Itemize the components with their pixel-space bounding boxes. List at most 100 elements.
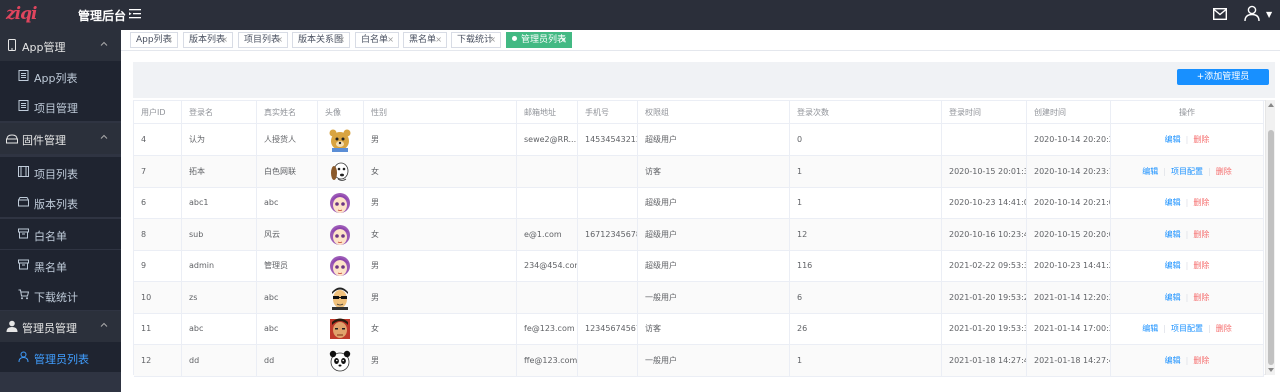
- cell-gender: 男: [364, 187, 517, 218]
- sidebar-item-whitelist[interactable]: 白名单: [0, 219, 121, 249]
- cell-user-id: 11: [134, 313, 182, 344]
- sidebar-group-app[interactable]: App管理: [0, 30, 121, 61]
- table-row: 12 dd dd 男 ffe@123.com 一般用户 1 2021-01-18 14:27:…: [134, 344, 1264, 377]
- tag-app-list[interactable]: App列表 ×: [130, 32, 178, 48]
- delete-link[interactable]: 删除: [1193, 261, 1209, 270]
- hamburger-icon[interactable]: [129, 8, 141, 20]
- tag-version-graph[interactable]: 版本关系图 ×: [292, 32, 350, 48]
- edit-link[interactable]: 编辑: [1165, 198, 1181, 207]
- delete-link[interactable]: 删除: [1216, 324, 1232, 333]
- edit-link[interactable]: 编辑: [1165, 230, 1181, 239]
- cell-login-time: 2021-02-22 09:53:34: [942, 250, 1027, 281]
- sidebar-item-project-list[interactable]: 项目列表: [0, 157, 121, 187]
- avatar-dog-icon: [331, 162, 349, 181]
- cell-gender: 女: [364, 218, 517, 250]
- user-outline-icon: [18, 351, 29, 362]
- cell-phone: [578, 344, 638, 376]
- sidebar-item-blacklist[interactable]: 黑名单: [0, 250, 121, 280]
- close-icon[interactable]: ×: [276, 33, 283, 47]
- admin-table: 用户ID 登录名 真实姓名 头像 性别 邮箱地址 手机号 权限组 登录次数 登录…: [133, 100, 1275, 377]
- column-header: 登录名: [182, 101, 257, 124]
- cell-login-count: 6: [790, 281, 942, 313]
- close-icon[interactable]: ×: [221, 33, 228, 47]
- tag-version-list[interactable]: 版本列表 ×: [183, 32, 233, 48]
- sidebar-item-app-list[interactable]: App列表: [0, 61, 121, 91]
- caret-down-icon[interactable]: ▼: [1266, 10, 1272, 19]
- divider: |: [1185, 292, 1189, 302]
- cell-email: e@1.com: [517, 218, 578, 250]
- table-scrollbar[interactable]: [1265, 100, 1275, 375]
- divider: |: [1185, 198, 1189, 207]
- close-icon[interactable]: ×: [489, 33, 496, 47]
- tag-whitelist[interactable]: 白名单 ×: [355, 32, 399, 48]
- tag-blacklist[interactable]: 黑名单 ×: [403, 32, 447, 48]
- cart-icon: [18, 289, 29, 300]
- avatar-panda-icon: [329, 350, 351, 371]
- add-admin-button[interactable]: +添加管理员: [1177, 69, 1269, 85]
- edit-link[interactable]: 编辑: [1165, 261, 1181, 270]
- scroll-thumb[interactable]: [1268, 130, 1274, 365]
- tag-download-stats[interactable]: 下载统计 ×: [451, 32, 501, 48]
- delete-link[interactable]: 删除: [1193, 356, 1209, 365]
- column-header: 头像: [318, 101, 364, 124]
- sidebar-group-firmware[interactable]: 固件管理: [0, 123, 121, 154]
- edit-link[interactable]: 编辑: [1142, 324, 1158, 333]
- close-icon[interactable]: ×: [338, 33, 345, 47]
- column-header: 用户ID: [134, 101, 182, 124]
- table-row: 11 abc abc 女 fe@123.com 12345674567 访客 26 2021-0…: [134, 313, 1264, 345]
- close-icon[interactable]: ×: [387, 33, 394, 47]
- column-header: 邮箱地址: [517, 101, 578, 124]
- sidebar-item-download-stats[interactable]: 下载统计: [0, 280, 121, 310]
- close-icon[interactable]: ×: [560, 33, 567, 47]
- cell-actions: 编辑 | 删除: [1111, 281, 1264, 313]
- cell-user-id: 8: [134, 218, 182, 250]
- close-icon[interactable]: ×: [435, 33, 442, 47]
- cell-avatar: [318, 218, 364, 250]
- scroll-up-arrow-icon[interactable]: [1268, 103, 1274, 107]
- cell-created-time: 2020-10-14 20:23:16: [1027, 155, 1111, 187]
- project-config-link[interactable]: 项目配置: [1171, 167, 1203, 176]
- active-dot: [512, 36, 517, 41]
- sidebar-group-admin[interactable]: 管理员管理: [0, 311, 121, 342]
- scroll-down-arrow-icon[interactable]: [1268, 368, 1274, 372]
- delete-link[interactable]: 删除: [1193, 198, 1209, 207]
- tag-admin-list[interactable]: 管理员列表 ×: [506, 32, 572, 48]
- delete-link[interactable]: 删除: [1216, 167, 1232, 176]
- avatar-girl-icon: [330, 193, 350, 213]
- delete-link[interactable]: 删除: [1193, 135, 1209, 144]
- edit-link[interactable]: 编辑: [1165, 293, 1181, 302]
- sidebar-item-version-list[interactable]: 版本列表: [0, 187, 121, 217]
- toolbar: [133, 62, 1275, 98]
- edit-link[interactable]: 编辑: [1142, 167, 1158, 176]
- edit-link[interactable]: 编辑: [1165, 135, 1181, 144]
- mail-icon[interactable]: [1213, 8, 1227, 20]
- close-icon[interactable]: ×: [166, 33, 173, 47]
- cell-permission-group: 访客: [638, 155, 790, 187]
- cell-actions: 编辑 | 删除: [1111, 344, 1264, 376]
- cell-login-count: 0: [790, 124, 942, 155]
- delete-link[interactable]: 删除: [1193, 293, 1209, 302]
- cell-avatar: [318, 187, 364, 218]
- cell-login-name: zs: [182, 281, 257, 313]
- cell-permission-group: 超级用户: [638, 187, 790, 218]
- edit-link[interactable]: 编辑: [1165, 356, 1181, 365]
- column-header: 登录次数: [790, 101, 942, 124]
- sidebar-item-admin-list[interactable]: 管理员列表: [0, 342, 121, 372]
- cell-avatar: [318, 313, 364, 344]
- cell-real-name: abc: [257, 313, 318, 344]
- cell-permission-group: 超级用户: [638, 218, 790, 250]
- avatar-girl-icon: [330, 256, 350, 276]
- user-icon[interactable]: [1244, 5, 1260, 21]
- column-header: 性别: [364, 101, 517, 124]
- cell-login-name: dd: [182, 344, 257, 376]
- logo: ziqi: [6, 4, 37, 24]
- cell-created-time: 2021-01-18 14:27:40: [1027, 344, 1111, 376]
- divider: |: [1185, 229, 1189, 239]
- cell-created-time: 2021-01-14 12:20:39: [1027, 281, 1111, 313]
- delete-link[interactable]: 删除: [1193, 230, 1209, 239]
- project-config-link[interactable]: 项目配置: [1171, 324, 1203, 333]
- sidebar-item-project-management[interactable]: 项目管理: [0, 91, 121, 121]
- tag-project-list[interactable]: 项目列表 ×: [238, 32, 288, 48]
- sidebar-item-label: 版本列表: [34, 198, 78, 211]
- table-row: 8 sub 风云女 e@1.com 16712345678 超级用户 12 2020-10-1…: [134, 218, 1264, 251]
